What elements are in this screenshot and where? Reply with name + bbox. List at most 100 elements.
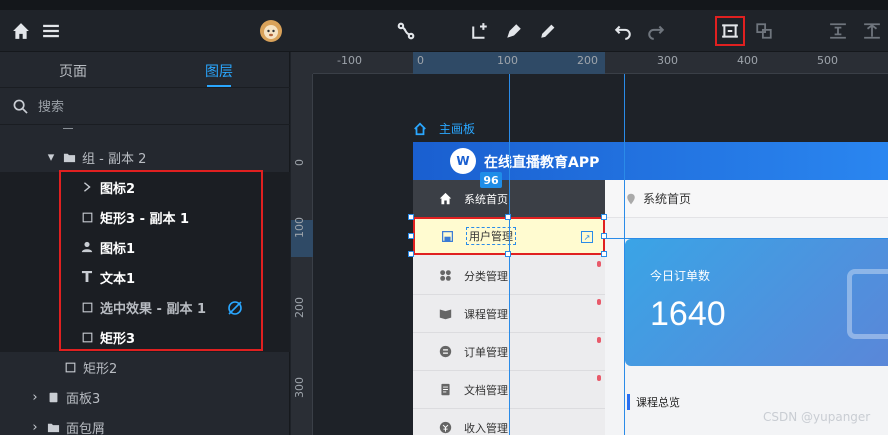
chevron-down-icon[interactable]: ▾ <box>46 150 56 165</box>
badge-dot <box>597 375 601 381</box>
layer-row-rect2[interactable]: 矩形2 <box>0 352 290 382</box>
avatar[interactable] <box>259 19 283 43</box>
book-icon <box>438 307 452 321</box>
badge-dot <box>597 337 601 343</box>
tab-layers[interactable]: 图层 <box>205 61 233 81</box>
undo-icon[interactable] <box>612 20 634 42</box>
resize-handle[interactable] <box>408 251 414 257</box>
ungroup-icon[interactable] <box>753 20 775 42</box>
layer-label: 图标2 <box>100 181 136 197</box>
stat-label: 今日订单数 <box>650 269 711 283</box>
layer-row-rect3[interactable]: 矩形3 <box>0 322 290 352</box>
hidden-eye-icon[interactable] <box>227 300 243 320</box>
expand-icon[interactable]: ↗ <box>581 231 593 243</box>
artboard-name: 主画板 <box>439 122 476 136</box>
resize-handle[interactable] <box>505 214 511 220</box>
menu-icon[interactable] <box>40 20 62 42</box>
breadcrumb-text: 系统首页 <box>643 192 692 206</box>
frame-icon[interactable] <box>715 16 745 46</box>
app-mockup[interactable]: W 在线直播教育APP 96 系统首页 用户管理 ↗ 分类管理 课程管理 订单管… <box>413 142 888 435</box>
pen-icon[interactable] <box>503 20 525 42</box>
connect-icon[interactable] <box>395 20 417 42</box>
square-icon <box>63 360 77 374</box>
vertical-ruler: 0 100 200 300 <box>291 74 313 435</box>
layer-row-breadcrumb[interactable]: › 面包屑 <box>0 412 290 435</box>
align-top-icon[interactable] <box>827 20 849 42</box>
home-icon <box>438 192 452 206</box>
menu-label: 文档管理 <box>464 383 508 397</box>
active-tab-indicator <box>207 85 231 87</box>
toolbar <box>0 10 888 52</box>
square-icon <box>80 330 94 344</box>
section-title: 课程总览 <box>627 394 680 410</box>
app-logo: W <box>450 148 476 174</box>
layer-label: 图标1 <box>100 241 136 257</box>
save-icon <box>440 229 454 243</box>
folder-icon <box>62 150 76 164</box>
artboard-label[interactable]: 主画板 <box>413 120 475 137</box>
chevron-right-icon[interactable]: › <box>30 420 40 435</box>
design-canvas[interactable]: -100 0 100 200 300 400 500 0 100 200 300… <box>291 52 888 435</box>
top-strip <box>0 0 888 10</box>
redo-icon[interactable] <box>645 20 667 42</box>
ruler-label: 0 <box>417 54 424 67</box>
horizontal-ruler: -100 0 100 200 300 400 500 <box>313 52 888 74</box>
menu-label: 系统首页 <box>464 192 508 206</box>
resize-handle[interactable] <box>408 214 414 220</box>
folder-icon <box>46 420 60 434</box>
ruler-label: 400 <box>737 54 758 67</box>
location-pin-icon <box>627 193 635 204</box>
home-icon[interactable] <box>10 20 32 42</box>
resize-handle[interactable] <box>505 251 511 257</box>
ruler-label: 300 <box>293 377 306 398</box>
square-icon <box>80 300 94 314</box>
text-icon: T <box>81 268 93 286</box>
layer-row-text1[interactable]: T 文本1 <box>0 262 290 292</box>
menu-label: 收入管理 <box>464 421 508 435</box>
layer-row-icon1[interactable]: 图标1 <box>0 232 290 262</box>
ruler-label: 500 <box>817 54 838 67</box>
chevron-right-icon[interactable]: › <box>30 390 40 405</box>
ruler-label: -100 <box>337 54 362 67</box>
ruler-label: 300 <box>657 54 678 67</box>
resize-handle[interactable] <box>601 214 607 220</box>
app-title: 在线直播教育APP <box>484 155 600 171</box>
layer-label: 矩形2 <box>83 361 118 377</box>
add-page-icon[interactable] <box>469 20 491 42</box>
user-icon <box>80 240 94 254</box>
guide-line-horizontal[interactable] <box>605 238 888 239</box>
layer-label: 选中效果 - 副本 1 <box>100 301 207 317</box>
tab-pages[interactable]: 页面 <box>59 61 87 81</box>
watermark: CSDN @yupanger <box>763 410 871 424</box>
chevron-right-icon <box>80 180 94 194</box>
ruler-label: 0 <box>293 159 306 166</box>
layer-row-selected-effect[interactable]: 选中效果 - 副本 1 <box>0 292 290 322</box>
layer-row-rect3-copy1[interactable]: 矩形3 - 副本 1 <box>0 202 290 232</box>
layer-search <box>0 89 290 125</box>
pencil-icon[interactable] <box>537 20 559 42</box>
layer-row-panel3[interactable]: › 面板3 <box>0 382 290 412</box>
panel-icon <box>46 390 60 404</box>
layer-row-group-copy2[interactable]: ▾ 组 - 副本 2 <box>0 142 290 172</box>
stat-value: 1640 <box>650 295 726 333</box>
doc-icon <box>438 383 452 397</box>
panel-tabs: 页面 图层 <box>0 52 290 88</box>
layer-label: 面包屑 <box>66 421 106 435</box>
position-badge: 96 <box>480 172 502 188</box>
guide-line-vertical[interactable] <box>624 74 625 435</box>
ruler-label: 200 <box>577 54 598 67</box>
document-icon <box>847 269 888 339</box>
resize-handle[interactable] <box>408 233 414 239</box>
layer-row-icon2[interactable]: 图标2 <box>0 172 290 202</box>
menu-label: 分类管理 <box>464 269 508 283</box>
grid-icon <box>438 269 452 283</box>
list-icon <box>438 345 452 359</box>
align-middle-icon[interactable] <box>861 20 883 42</box>
layer-label: 组 - 副本 2 <box>82 151 147 167</box>
search-icon <box>13 99 28 114</box>
stat-card-orders-today: 今日订单数 1640 <box>625 239 888 366</box>
search-input[interactable] <box>38 97 278 117</box>
resize-handle[interactable] <box>601 251 607 257</box>
ruler-label: 200 <box>293 297 306 318</box>
resize-handle[interactable] <box>601 233 607 239</box>
